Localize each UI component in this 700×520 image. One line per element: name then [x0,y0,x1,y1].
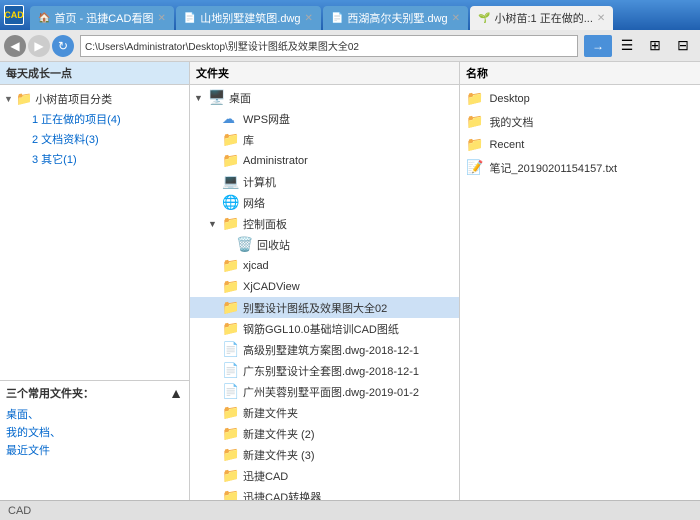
folder-item-0[interactable]: ▼🖥️桌面 [190,87,459,108]
file-item-1[interactable]: 📁我的文档 [460,110,700,133]
middle-panel: 文件夹 ▼🖥️桌面☁WPS网盘📁库📁Administrator💻计算机🌐网络▼📁… [190,62,460,500]
tree-item-0[interactable]: 1 正在做的项目(4) [0,109,189,129]
folder-item-11[interactable]: 📁钢筋GGL10.0基础培训CAD图纸 [190,318,459,339]
folder-item-17[interactable]: 📁新建文件夹 (3) [190,444,459,465]
bottom-panel-header: 三个常用文件夹： ▲ [6,385,183,401]
folder-tree: ▼🖥️桌面☁WPS网盘📁库📁Administrator💻计算机🌐网络▼📁控制面板… [190,85,459,500]
file-item-0[interactable]: 📁Desktop [460,87,700,110]
status-bar: CAD [0,500,700,520]
back-button[interactable]: ◀ [4,35,26,57]
forward-button[interactable]: ▶ [28,35,50,57]
view-detail-button[interactable]: ⊞ [642,33,668,59]
folder-item-1[interactable]: ☁WPS网盘 [190,108,459,129]
bottom-panel: 三个常用文件夹： ▲ 桌面、我的文档、最近文件 [0,380,189,500]
title-bar: CAD 🏠首页 - 迅捷CAD看图✕📄山地别墅建筑图.dwg✕📄西湖高尔夫别墅.… [0,0,700,30]
folder-item-3[interactable]: 📁Administrator [190,150,459,171]
app-logo: CAD [4,5,24,25]
file-list: 📁Desktop📁我的文档📁Recent📝笔记_20190201154157.t… [460,85,700,500]
folder-item-18[interactable]: 📁迅捷CAD [190,465,459,486]
tab-1[interactable]: 📄山地别墅建筑图.dwg✕ [176,6,321,30]
tree-item-1[interactable]: 2 文档资料(3) [0,129,189,149]
view-large-button[interactable]: ⊟ [670,33,696,59]
scroll-up-icon[interactable]: ▲ [169,385,183,401]
folder-header: 文件夹 [190,62,459,85]
view-list-button[interactable]: ☰ [614,33,640,59]
tab-0[interactable]: 🏠首页 - 迅捷CAD看图✕ [30,6,174,30]
folder-item-13[interactable]: 📄广东别墅设计全套图.dwg-2018-12-1 [190,360,459,381]
folder-item-4[interactable]: 💻计算机 [190,171,459,192]
address-text: C:\Users\Administrator\Desktop\别墅设计图纸及效果… [85,38,359,53]
folder-item-12[interactable]: 📄高级别墅建筑方案图.dwg-2018-12-1 [190,339,459,360]
bottom-link-0[interactable]: 桌面、 [6,405,183,423]
project-tree: ▼ 📁 小树苗项目分类 1 正在做的项目(4)2 文档资料(3)3 其它(1) [0,85,189,380]
folder-item-14[interactable]: 📄广州芙蓉别墅平面图.dwg-2019-01-2 [190,381,459,402]
folder-item-2[interactable]: 📁库 [190,129,459,150]
folder-item-8[interactable]: 📁xjcad [190,255,459,276]
folder-item-7[interactable]: 🗑️回收站 [190,234,459,255]
view-buttons: ☰ ⊞ ⊟ [614,33,696,59]
file-item-2[interactable]: 📁Recent [460,133,700,156]
tab-2[interactable]: 📄西湖高尔夫别墅.dwg✕ [323,6,468,30]
folder-item-16[interactable]: 📁新建文件夹 (2) [190,423,459,444]
status-text: CAD [8,505,31,517]
file-item-3[interactable]: 📝笔记_20190201154157.txt [460,156,700,179]
bottom-link-1[interactable]: 我的文档、 [6,423,183,441]
folder-item-15[interactable]: 📁新建文件夹 [190,402,459,423]
folder-item-6[interactable]: ▼📁控制面板 [190,213,459,234]
go-button[interactable]: → [584,35,612,57]
tab-bar: 🏠首页 - 迅捷CAD看图✕📄山地别墅建筑图.dwg✕📄西湖高尔夫别墅.dwg✕… [30,0,613,30]
folder-item-10[interactable]: 📁别墅设计图纸及效果图大全02 [190,297,459,318]
tree-item-2[interactable]: 3 其它(1) [0,149,189,169]
folder-item-19[interactable]: 📁迅捷CAD转换器 [190,486,459,500]
refresh-button[interactable]: ↻ [52,35,74,57]
toolbar: ◀ ▶ ↻ C:\Users\Administrator\Desktop\别墅设… [0,30,700,62]
right-header: 名称 [460,62,700,85]
left-panel: 每天成长一点 ▼ 📁 小树苗项目分类 1 正在做的项目(4)2 文档资料(3)3… [0,62,190,500]
right-panel: 名称 📁Desktop📁我的文档📁Recent📝笔记_2019020115415… [460,62,700,500]
tree-root[interactable]: ▼ 📁 小树苗项目分类 [0,89,189,109]
tab-3[interactable]: 🌱小树苗:1 正在做的...✕ [470,6,613,30]
left-panel-header: 每天成长一点 [0,62,189,85]
folder-item-9[interactable]: 📁XjCADView [190,276,459,297]
address-bar[interactable]: C:\Users\Administrator\Desktop\别墅设计图纸及效果… [80,35,578,57]
folder-item-5[interactable]: 🌐网络 [190,192,459,213]
bottom-link-2[interactable]: 最近文件 [6,441,183,459]
main-layout: 每天成长一点 ▼ 📁 小树苗项目分类 1 正在做的项目(4)2 文档资料(3)3… [0,62,700,500]
